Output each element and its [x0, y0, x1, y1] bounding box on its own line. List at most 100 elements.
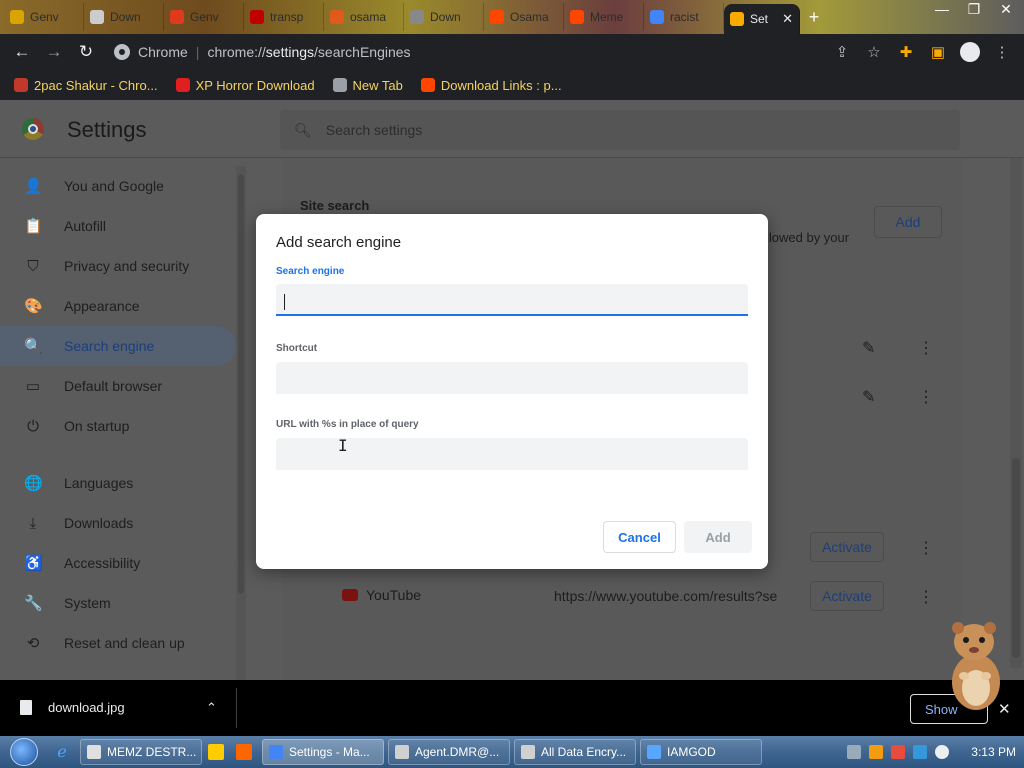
sidebar-item-you-and-google[interactable]: 👤 You and Google: [0, 166, 240, 206]
back-icon[interactable]: ←: [8, 38, 36, 66]
sidebar-item-appearance[interactable]: 🎨 Appearance: [0, 286, 240, 326]
browser-tab[interactable]: osama: [324, 3, 404, 31]
google-icon: [650, 10, 664, 24]
active-browser-tab[interactable]: Set ✕: [724, 4, 800, 34]
person-icon: 👤: [24, 178, 43, 195]
profile-avatar[interactable]: [956, 38, 984, 66]
browser-tab[interactable]: Genv: [164, 3, 244, 31]
new-tab-icon[interactable]: +: [800, 3, 828, 31]
sidebar-item-privacy-and-security[interactable]: ⛉ Privacy and security: [0, 246, 240, 286]
tray-monitor-icon[interactable]: [913, 745, 928, 759]
quick-launch-icon[interactable]: [202, 738, 230, 766]
sidebar-item-downloads[interactable]: ⤓ Downloads: [0, 503, 240, 543]
download-icon: ⤓: [29, 514, 37, 532]
browser-tab[interactable]: Down: [84, 3, 164, 31]
edit-icon[interactable]: ✎: [862, 387, 875, 407]
tray-flag-icon[interactable]: [891, 745, 906, 759]
taskbar-item[interactable]: MEMZ DESTR...: [80, 739, 202, 765]
sidebar-item-default-browser[interactable]: ▭ Default browser: [0, 366, 240, 406]
menu-dots-icon[interactable]: ⋮: [988, 38, 1016, 66]
search-engine-input[interactable]: [276, 284, 748, 316]
browser-tab[interactable]: transp: [244, 3, 324, 31]
tray-volume-icon[interactable]: [935, 745, 950, 759]
sidebar-item-reset-and-clean-up[interactable]: ⟲ Reset and clean up: [0, 623, 240, 663]
tab-label: osama: [350, 10, 387, 24]
site-label: Chrome: [138, 44, 188, 60]
taskbar-item[interactable]: Settings - Ma...: [262, 739, 384, 765]
bookmark-label: Download Links : p...: [440, 77, 562, 93]
more-icon[interactable]: ⋮: [918, 538, 934, 558]
mouse-cursor-icon: I: [338, 436, 348, 455]
bookmark-item[interactable]: New Tab: [332, 78, 403, 93]
chevron-up-icon[interactable]: ⌃: [206, 700, 217, 716]
clipboard-icon: 📋: [24, 218, 43, 235]
sidebar-item-system[interactable]: 🔧 System: [0, 583, 240, 623]
content-scrollbar[interactable]: [1010, 158, 1022, 668]
extensions-icon[interactable]: ✚: [892, 38, 920, 66]
add-button[interactable]: Add: [684, 521, 752, 553]
sidebar-scrollbar[interactable]: [236, 166, 246, 680]
taskbar-item[interactable]: Agent.DMR@...: [388, 739, 510, 765]
sidebar-item-accessibility[interactable]: ♿ Accessibility: [0, 543, 240, 583]
browser-tab[interactable]: Down: [404, 3, 484, 31]
edit-icon[interactable]: ✎: [862, 338, 875, 358]
side-panel-icon[interactable]: ▣: [924, 38, 952, 66]
text-caret: [284, 294, 285, 310]
browser-tab[interactable]: Osama: [484, 3, 564, 31]
youtube-icon: [342, 589, 358, 601]
taskbar-item[interactable]: All Data Encry...: [514, 739, 636, 765]
sidebar-item-label: You and Google: [64, 178, 164, 194]
bookmark-item[interactable]: Download Links : p...: [420, 77, 562, 93]
more-icon[interactable]: ⋮: [918, 587, 934, 607]
forward-icon[interactable]: →: [40, 38, 68, 66]
search-placeholder: Search settings: [325, 122, 423, 138]
tray-app-icon[interactable]: [847, 745, 862, 759]
minimize-icon[interactable]: —: [930, 1, 954, 17]
taskbar-item[interactable]: IAMGOD: [640, 739, 762, 765]
share-icon[interactable]: ⇪: [828, 38, 856, 66]
activate-button[interactable]: Activate: [810, 532, 884, 562]
bookmark-favicon-icon: [175, 78, 190, 92]
address-bar[interactable]: Chrome | chrome://settings/searchEngines: [104, 38, 824, 66]
tray-search-icon[interactable]: [869, 745, 884, 759]
history-icon: ⟲: [26, 635, 40, 652]
url-separator: |: [195, 44, 200, 60]
tab-close-icon[interactable]: ✕: [782, 11, 793, 27]
browser-tab[interactable]: Genv: [4, 3, 84, 31]
x-icon: [250, 10, 264, 24]
hamster-image: [952, 622, 1000, 710]
site-search-add-button[interactable]: Add: [874, 206, 942, 238]
clock[interactable]: 3:13 PM: [971, 745, 1016, 759]
sidebar-item-label: Default browser: [64, 378, 163, 394]
download-item[interactable]: download.jpg: [20, 700, 125, 715]
image-icon: [90, 10, 104, 24]
globe-icon: 🌐: [24, 475, 43, 492]
browser-tab[interactable]: racist: [644, 3, 724, 31]
close-window-icon[interactable]: ✕: [994, 1, 1018, 18]
sidebar-item-on-startup[interactable]: ⏻ On startup: [0, 406, 240, 446]
maximize-icon[interactable]: ❐: [962, 1, 986, 18]
star-icon[interactable]: ☆: [860, 38, 888, 66]
bookmark-item[interactable]: XP Horror Download: [175, 78, 315, 93]
app-icon: [395, 745, 409, 759]
sidebar-item-autofill[interactable]: 📋 Autofill: [0, 206, 240, 246]
settings-search[interactable]: 🔍︎ Search settings: [280, 110, 960, 150]
shortcut-input[interactable]: [276, 362, 748, 394]
sidebar-item-label: Languages: [64, 475, 134, 491]
sidebar-item-search-engine[interactable]: 🔍 Search engine: [0, 326, 236, 366]
reload-icon[interactable]: ↻: [72, 38, 100, 66]
reddit-icon: [570, 10, 584, 24]
cancel-button[interactable]: Cancel: [603, 521, 676, 553]
quick-launch-icon[interactable]: [230, 738, 258, 766]
browser-tab[interactable]: Meme: [564, 3, 644, 31]
more-icon[interactable]: ⋮: [918, 338, 934, 358]
sidebar-item-languages[interactable]: 🌐 Languages: [0, 463, 240, 503]
bookmark-item[interactable]: 2pac Shakur - Chro...: [14, 78, 158, 93]
start-button[interactable]: [0, 736, 48, 768]
internet-explorer-icon[interactable]: ℯ: [48, 738, 76, 766]
activate-button[interactable]: Activate: [810, 581, 884, 611]
more-icon[interactable]: ⋮: [918, 387, 934, 407]
bookmark-favicon-icon: [420, 78, 435, 92]
search-icon: 🔍︎: [294, 121, 312, 138]
